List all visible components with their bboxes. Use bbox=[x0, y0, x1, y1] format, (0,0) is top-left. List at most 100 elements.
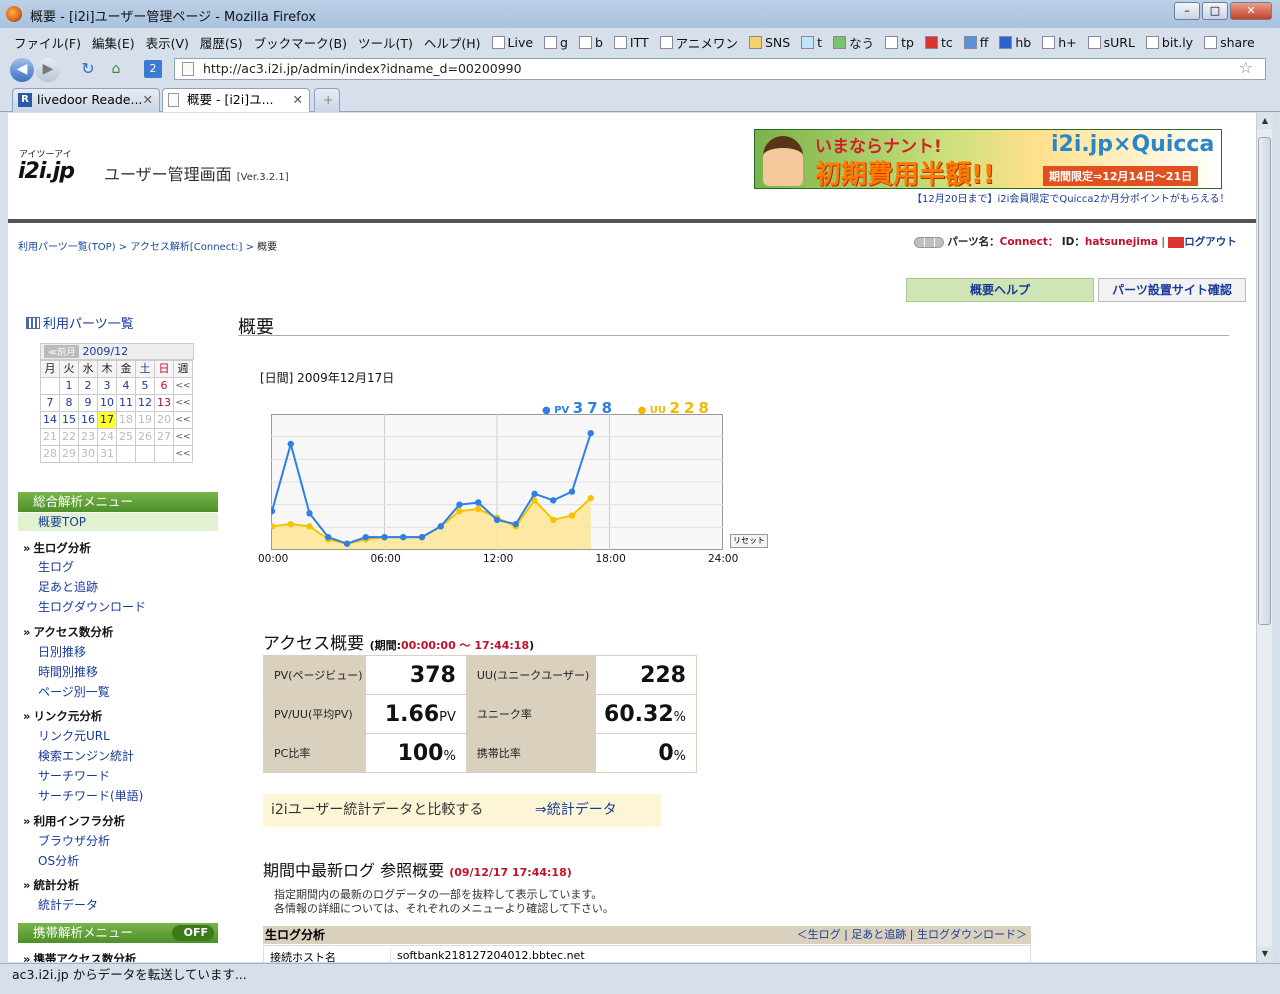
calendar-day[interactable]: 5 bbox=[136, 378, 155, 395]
calendar-week-link[interactable]: << bbox=[174, 378, 193, 395]
i2i-logo[interactable]: i2i.jp bbox=[18, 159, 75, 184]
prev-month-button[interactable]: ≪前月 bbox=[44, 345, 80, 358]
bookmark-item[interactable]: SNS bbox=[748, 35, 790, 50]
calendar-day[interactable]: 3 bbox=[98, 378, 117, 395]
close-button[interactable]: ✕ bbox=[1230, 2, 1272, 20]
overview-help-button[interactable]: 概要ヘルプ bbox=[906, 278, 1094, 302]
bookmark-item[interactable]: Live bbox=[491, 35, 533, 50]
link-hourly[interactable]: 時間別推移 bbox=[38, 663, 98, 680]
log-section-links[interactable]: ＜生ログ | 足あと追跡 | 生ログダウンロード＞ bbox=[797, 926, 1027, 944]
calendar-day[interactable]: 10 bbox=[98, 395, 117, 412]
menu-file[interactable]: ファイル(F) bbox=[14, 33, 81, 52]
bookmark-item[interactable]: t bbox=[801, 35, 822, 50]
calendar-day[interactable]: 7 bbox=[41, 395, 60, 412]
scroll-thumb[interactable] bbox=[1258, 137, 1271, 625]
bookmark-item[interactable]: アニメワン bbox=[659, 33, 738, 52]
calendar-day[interactable]: 4 bbox=[117, 378, 136, 395]
link-daily[interactable]: 日別推移 bbox=[38, 643, 86, 660]
tab-livedoor-reader[interactable]: R livedoor Reade... ✕ bbox=[12, 88, 160, 112]
reset-button[interactable]: リセット bbox=[730, 534, 768, 548]
minimize-button[interactable]: – bbox=[1174, 2, 1200, 20]
calendar-day: 31 bbox=[98, 446, 117, 463]
breadcrumb-access[interactable]: アクセス解析[Connect:] bbox=[130, 242, 242, 253]
calendar-day[interactable]: 15 bbox=[60, 412, 79, 429]
tab-overview[interactable]: 概要 - [i2i]ユ... ✕ bbox=[162, 88, 310, 112]
link-browser[interactable]: ブラウザ分析 bbox=[38, 832, 110, 849]
vertical-scrollbar[interactable]: ▲ ▼ bbox=[1256, 113, 1273, 962]
site-check-button[interactable]: パーツ設置サイト確認 bbox=[1098, 278, 1246, 302]
calendar-day[interactable]: 17 bbox=[98, 412, 117, 429]
scroll-up-icon[interactable]: ▲ bbox=[1257, 113, 1273, 129]
banner-note-link[interactable]: 【12月20日まで】i2i会員限定でQuicca2か月分ポイントがもらえる！ bbox=[912, 190, 1230, 205]
calendar-week-link[interactable]: << bbox=[174, 446, 193, 463]
calendar-day bbox=[155, 446, 174, 463]
link-footprint[interactable]: 足あと追跡 bbox=[38, 578, 98, 595]
bookmark-item[interactable]: share bbox=[1204, 35, 1255, 50]
calendar-day: 21 bbox=[41, 429, 60, 446]
menu-bookmarks[interactable]: ブックマーク(B) bbox=[254, 33, 347, 52]
menu-help[interactable]: ヘルプ(H) bbox=[424, 33, 481, 52]
promo-banner[interactable]: いまならナント! 初期費用半額!! i2i.jp×Quicca 期間限定⇒12月… bbox=[754, 129, 1222, 189]
back-button[interactable]: ◀ bbox=[10, 58, 34, 82]
link-rawlog[interactable]: 生ログ bbox=[38, 558, 74, 575]
link-search-word-single[interactable]: サーチワード(単語) bbox=[38, 787, 143, 804]
home-icon[interactable]: ⌂ bbox=[104, 58, 128, 82]
tab-label: livedoor Reade... bbox=[37, 92, 143, 107]
addon-icon[interactable]: 2 bbox=[144, 60, 162, 78]
bookmark-star-icon[interactable]: ☆ bbox=[1239, 58, 1253, 78]
menu-view[interactable]: 表示(V) bbox=[146, 33, 189, 52]
link-os[interactable]: OS分析 bbox=[38, 852, 79, 869]
calendar-day[interactable]: 16 bbox=[79, 412, 98, 429]
link-referrer-url[interactable]: リンク元URL bbox=[38, 727, 110, 744]
maximize-button[interactable]: □ bbox=[1202, 2, 1228, 20]
bookmark-item[interactable]: tc bbox=[924, 35, 953, 50]
bookmark-item[interactable]: g bbox=[544, 35, 568, 50]
bookmark-item[interactable]: ff bbox=[963, 35, 988, 50]
bookmark-item[interactable]: bit.ly bbox=[1145, 35, 1193, 50]
logout-icon[interactable] bbox=[1168, 236, 1185, 248]
calendar-day[interactable]: 13 bbox=[155, 395, 174, 412]
calendar-week-link[interactable]: << bbox=[174, 395, 193, 412]
scroll-down-icon[interactable]: ▼ bbox=[1257, 946, 1273, 962]
link-pages[interactable]: ページ別一覧 bbox=[38, 683, 110, 700]
calendar-day[interactable]: 8 bbox=[60, 395, 79, 412]
new-tab-button[interactable]: + bbox=[314, 88, 340, 112]
bookmark-item[interactable]: h+ bbox=[1042, 35, 1077, 50]
calendar-day[interactable]: 1 bbox=[60, 378, 79, 395]
calendar-week-link[interactable]: << bbox=[174, 429, 193, 446]
calendar-day[interactable]: 6 bbox=[155, 378, 174, 395]
menu-history[interactable]: 履歴(S) bbox=[200, 33, 243, 52]
url-bar[interactable]: http://ac3.i2i.jp/admin/index?idname_d=0… bbox=[174, 58, 1266, 80]
breadcrumb-top[interactable]: 利用パーツ一覧(TOP) bbox=[18, 242, 116, 253]
calendar-day[interactable]: 14 bbox=[41, 412, 60, 429]
bookmark-item[interactable]: tp bbox=[885, 35, 914, 50]
calendar-day[interactable]: 9 bbox=[79, 395, 98, 412]
forward-button[interactable]: ▶ bbox=[36, 58, 60, 82]
calendar-weekday: 木 bbox=[98, 361, 117, 378]
calendar-day[interactable]: 11 bbox=[117, 395, 136, 412]
bookmark-item[interactable]: hb bbox=[999, 35, 1031, 50]
close-tab-icon[interactable]: ✕ bbox=[293, 89, 303, 111]
mobile-toggle[interactable]: OFF bbox=[171, 925, 214, 941]
menu-tools[interactable]: ツール(T) bbox=[358, 33, 413, 52]
link-search-engine[interactable]: 検索エンジン統計 bbox=[38, 747, 134, 764]
reload-icon[interactable]: ↻ bbox=[76, 58, 100, 82]
link-stats-data[interactable]: 統計データ bbox=[38, 896, 98, 913]
link-rawlog-download[interactable]: 生ログダウンロード bbox=[38, 598, 146, 615]
bookmark-item[interactable]: ITT bbox=[613, 35, 649, 50]
link-search-word[interactable]: サーチワード bbox=[38, 767, 110, 784]
bookmark-item[interactable]: なう bbox=[833, 33, 874, 52]
menu-overview-top[interactable]: 概要TOP bbox=[18, 513, 218, 531]
menu-edit[interactable]: 編集(E) bbox=[92, 33, 135, 52]
bookmark-item[interactable]: sURL bbox=[1087, 35, 1135, 50]
calendar-week-link[interactable]: << bbox=[174, 412, 193, 429]
close-tab-icon[interactable]: ✕ bbox=[143, 89, 153, 111]
calendar-day[interactable]: 12 bbox=[136, 395, 155, 412]
bookmark-item[interactable]: b bbox=[578, 35, 603, 50]
data-point-pv bbox=[568, 488, 576, 495]
version: [Ver.3.2.1] bbox=[236, 172, 289, 183]
logout-link[interactable]: ログアウト bbox=[1184, 236, 1237, 248]
calendar-day[interactable]: 2 bbox=[79, 378, 98, 395]
parts-list-link[interactable]: 利用パーツ一覧 bbox=[26, 313, 134, 332]
stats-data-link[interactable]: ⇒統計データ bbox=[535, 794, 617, 827]
